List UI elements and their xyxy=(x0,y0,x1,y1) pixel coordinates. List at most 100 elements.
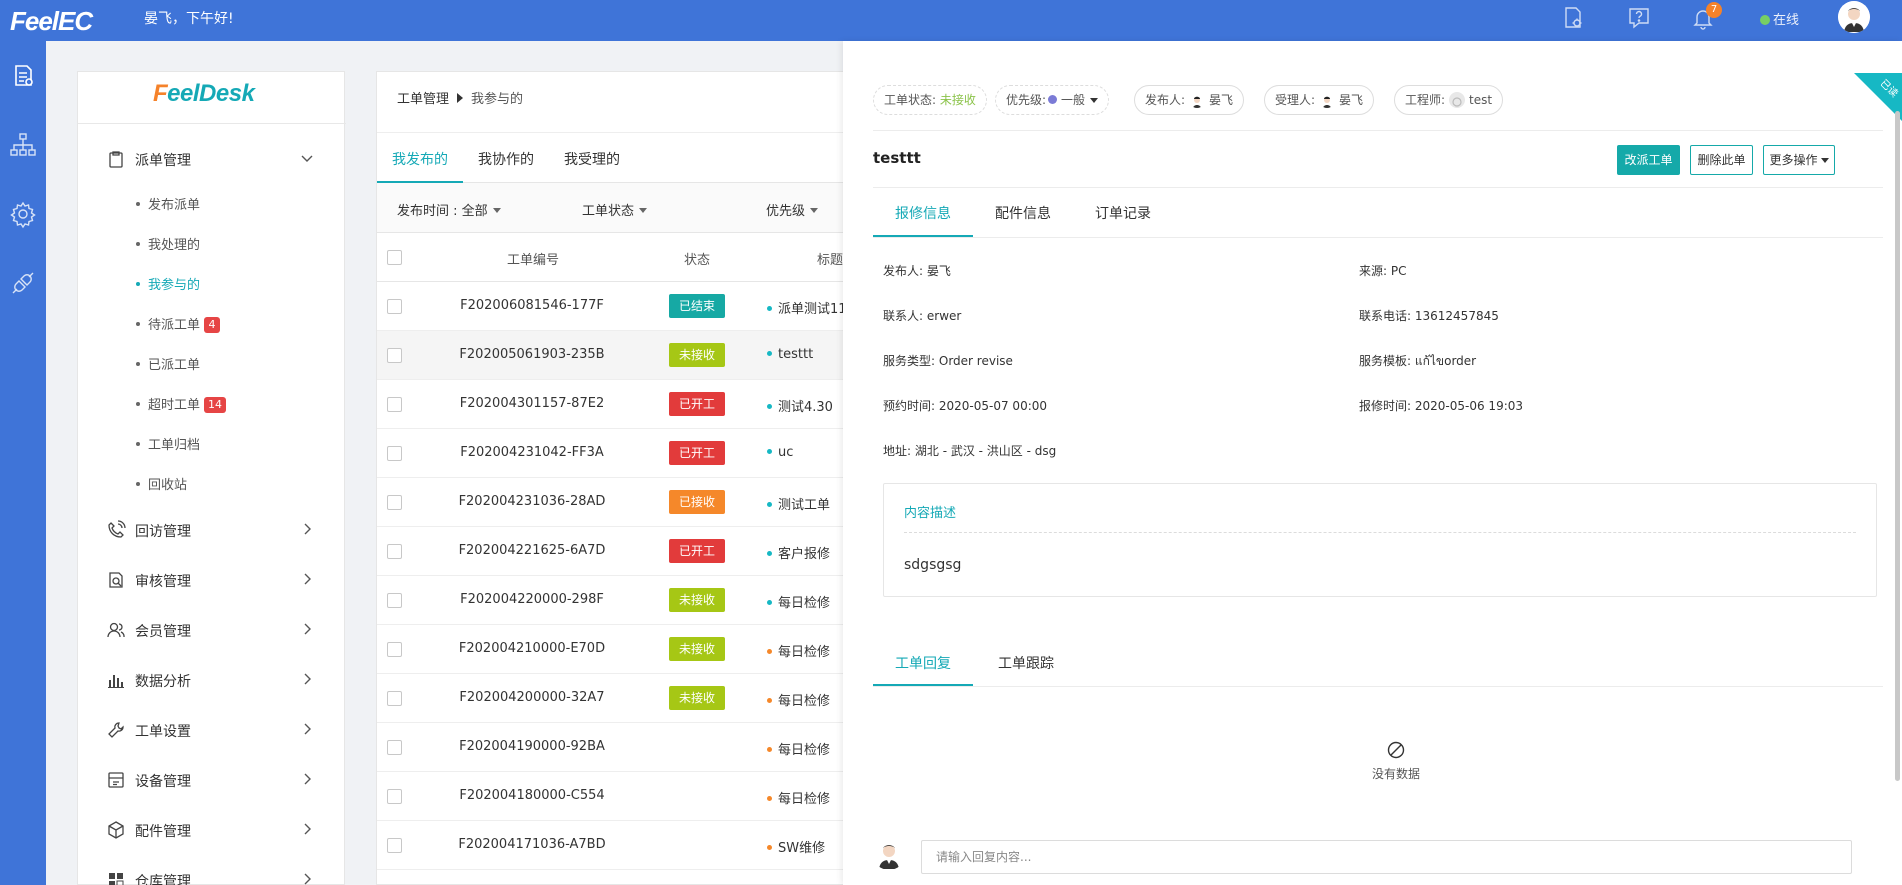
sidebar-group-parts[interactable]: 配件管理 xyxy=(78,808,346,852)
ticket-number[interactable]: F202004231042-FF3A xyxy=(437,445,627,460)
org-chart-icon[interactable] xyxy=(8,130,38,160)
plug-icon[interactable] xyxy=(8,268,38,298)
filter-status[interactable]: 工单状态 xyxy=(582,200,648,219)
tab-ticket-tracking[interactable]: 工单跟踪 xyxy=(998,653,1054,673)
ticket-title-cell[interactable]: SW维修 xyxy=(767,837,825,856)
bullet xyxy=(136,442,140,446)
title-text: 客户报修 xyxy=(778,547,831,562)
row-checkbox[interactable] xyxy=(387,740,402,755)
ticket-title-cell[interactable]: 派单测试11 xyxy=(767,298,845,317)
filter-publish-time[interactable]: 发布时间 : 全部 xyxy=(397,200,501,219)
ticket-number[interactable]: F202004171036-A7BD xyxy=(437,837,627,852)
row-checkbox[interactable] xyxy=(387,299,402,314)
sidebar-group-warehouse[interactable]: 仓库管理 xyxy=(78,858,346,885)
ticket-number[interactable]: F202004210000-E70D xyxy=(437,641,627,656)
sidebar-item-dispatched[interactable]: 已派工单 xyxy=(136,354,200,378)
column-title[interactable]: 标题 xyxy=(817,249,843,268)
select-all-checkbox[interactable] xyxy=(387,250,402,265)
sidebar-item-pending[interactable]: 待派工单 4 xyxy=(136,314,221,338)
row-checkbox[interactable] xyxy=(387,691,402,706)
sidebar-item-publish[interactable]: 发布派单 xyxy=(136,194,200,218)
settings-icon[interactable] xyxy=(8,199,38,229)
detail-scrollbar[interactable] xyxy=(1895,111,1900,781)
table-row[interactable]: F202006081546-177F 已结束 派单测试11 xyxy=(377,282,845,331)
table-row[interactable]: F202005061903-235B 未接收 testtt xyxy=(377,331,845,380)
ticket-title-cell[interactable]: 每日检修 xyxy=(767,739,830,758)
ticket-number[interactable]: F202005061903-235B xyxy=(437,347,627,362)
ticket-number[interactable]: F202004200000-32A7 xyxy=(437,690,627,705)
ticket-title-cell[interactable]: 每日检修 xyxy=(767,788,830,807)
tab-published[interactable]: 我发布的 xyxy=(392,149,448,169)
table-row[interactable]: F202004221625-6A7D 已开工 客户报修 xyxy=(377,527,845,576)
sidebar-group-dispatch[interactable]: 派单管理 xyxy=(78,137,346,181)
row-checkbox[interactable] xyxy=(387,348,402,363)
tab-ticket-reply[interactable]: 工单回复 xyxy=(895,653,951,673)
tab-repair-info[interactable]: 报修信息 xyxy=(895,203,951,223)
app-logo[interactable]: FeelEC xyxy=(10,6,93,37)
sidebar-group-members[interactable]: 会员管理 xyxy=(78,608,346,652)
breadcrumb-root[interactable]: 工单管理 xyxy=(397,92,449,107)
ticket-number[interactable]: F202004190000-92BA xyxy=(437,739,627,754)
ticket-title-cell[interactable]: 测试4.30 xyxy=(767,396,833,415)
table-row[interactable]: F202004210000-E70D 未接收 每日检修 xyxy=(377,625,845,674)
ticket-icon[interactable] xyxy=(8,61,38,91)
user-avatar[interactable] xyxy=(1838,1,1870,33)
sidebar-item-handled[interactable]: 我处理的 xyxy=(136,234,200,258)
table-row[interactable]: F202004231042-FF3A 已开工 uc xyxy=(377,429,845,478)
table-row[interactable]: F202004301157-87E2 已开工 测试4.30 xyxy=(377,380,845,429)
row-checkbox[interactable] xyxy=(387,838,402,853)
ticket-number[interactable]: F202004231036-28AD xyxy=(437,494,627,509)
ticket-number[interactable]: F202004180000-C554 xyxy=(437,788,627,803)
row-checkbox[interactable] xyxy=(387,642,402,657)
column-ticket-no[interactable]: 工单编号 xyxy=(507,249,559,268)
filter-priority[interactable]: 优先级 xyxy=(766,200,819,219)
tab-parts-info[interactable]: 配件信息 xyxy=(995,203,1051,223)
table-row[interactable]: F202004200000-32A7 未接收 每日检修 xyxy=(377,674,845,723)
sidebar-group-analytics[interactable]: 数据分析 xyxy=(78,658,346,702)
count-badge: 4 xyxy=(204,317,221,333)
reply-input[interactable] xyxy=(921,840,1852,874)
sidebar-group-ticket-settings[interactable]: 工单设置 xyxy=(78,708,346,752)
ticket-title-cell[interactable]: 每日检修 xyxy=(767,592,830,611)
ticket-title-cell[interactable]: 每日检修 xyxy=(767,690,830,709)
ticket-number[interactable]: F202004301157-87E2 xyxy=(437,396,627,411)
sidebar-item-archive[interactable]: 工单归档 xyxy=(136,434,200,458)
feeldesk-logo[interactable]: FeelDesk xyxy=(153,80,255,108)
help-icon[interactable] xyxy=(1626,5,1652,31)
delete-button[interactable]: 删除此单 xyxy=(1690,145,1753,175)
document-settings-icon[interactable] xyxy=(1560,5,1586,31)
sidebar-group-revisit[interactable]: 回访管理 xyxy=(78,508,346,552)
reassign-button[interactable]: 改派工单 xyxy=(1617,145,1680,175)
sidebar-group-audit[interactable]: 审核管理 xyxy=(78,558,346,602)
row-checkbox[interactable] xyxy=(387,593,402,608)
priority-chip[interactable]: 优先级: 一般 xyxy=(995,85,1110,115)
column-status[interactable]: 状态 xyxy=(684,249,710,268)
ticket-title-cell[interactable]: 测试工单 xyxy=(767,494,830,513)
row-checkbox[interactable] xyxy=(387,544,402,559)
row-checkbox[interactable] xyxy=(387,495,402,510)
table-row[interactable]: F202004180000-C554 每日检修 xyxy=(377,772,845,821)
row-checkbox[interactable] xyxy=(387,789,402,804)
table-row[interactable]: F202004190000-92BA 每日检修 xyxy=(377,723,845,772)
sidebar-item-recycle[interactable]: 回收站 xyxy=(136,474,187,498)
ticket-number[interactable]: F202004221625-6A7D xyxy=(437,543,627,558)
table-row[interactable]: F202004220000-298F 未接收 每日检修 xyxy=(377,576,845,625)
table-row[interactable]: F202004171036-A7BD SW维修 xyxy=(377,821,845,870)
more-actions-button[interactable]: 更多操作 xyxy=(1763,145,1835,175)
table-row[interactable]: F202004231036-28AD 已接收 测试工单 xyxy=(377,478,845,527)
ticket-title-cell[interactable]: 客户报修 xyxy=(767,543,830,562)
ticket-title-cell[interactable]: testtt xyxy=(767,347,813,362)
ticket-number[interactable]: F202006081546-177F xyxy=(437,298,627,313)
row-checkbox[interactable] xyxy=(387,446,402,461)
sidebar-item-participated[interactable]: 我参与的 xyxy=(136,274,200,298)
ticket-title-cell[interactable]: 每日检修 xyxy=(767,641,830,660)
tab-accepted[interactable]: 我受理的 xyxy=(564,149,620,169)
tab-collaborated[interactable]: 我协作的 xyxy=(478,149,534,169)
online-status[interactable]: 在线 xyxy=(1760,9,1799,28)
ticket-number[interactable]: F202004220000-298F xyxy=(437,592,627,607)
sidebar-group-devices[interactable]: 设备管理 xyxy=(78,758,346,802)
sidebar-item-overdue[interactable]: 超时工单 14 xyxy=(136,394,227,418)
row-checkbox[interactable] xyxy=(387,397,402,412)
ticket-title-cell[interactable]: uc xyxy=(767,445,793,460)
tab-order-records[interactable]: 订单记录 xyxy=(1095,203,1151,223)
